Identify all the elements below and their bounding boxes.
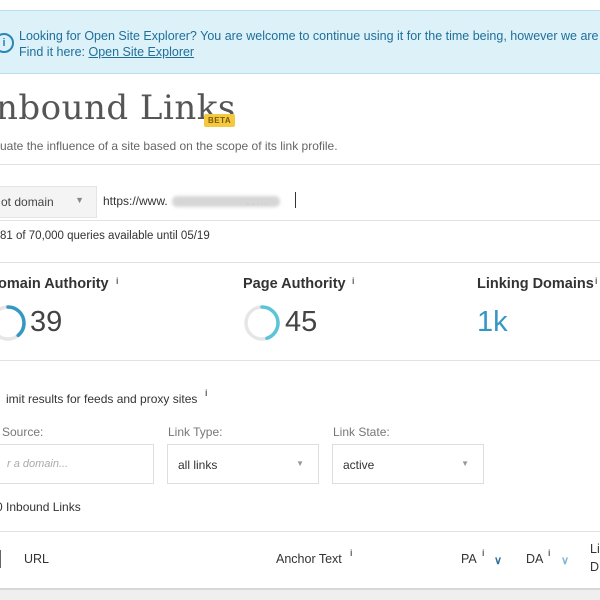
domain-authority-label: omain Authority [0,276,109,292]
column-linking-domains-line1[interactable]: Li [590,542,600,556]
link-type-select[interactable]: all links ▼ [167,444,319,484]
limit-results-label[interactable]: imit results for feeds and proxy sites [6,392,197,406]
link-state-select[interactable]: active ▼ [332,444,484,484]
banner-find-prefix: Find it here: [19,45,89,59]
column-linking-domains-line2[interactable]: D [590,560,599,574]
pa-sort-chevron-icon[interactable]: ∨ [494,554,502,567]
banner-text: Looking for Open Site Explorer? You are … [19,28,600,60]
source-label: Source: [2,425,44,439]
divider [0,220,600,221]
select-all-checkbox[interactable] [0,550,1,568]
column-da[interactable]: DA [526,552,543,566]
domain-authority-value: 39 [30,306,63,338]
scope-select-value: ot domain [1,195,54,209]
column-pa[interactable]: PA [461,552,477,566]
link-state-label: Link State: [333,425,390,439]
link-type-value: all links [178,458,218,472]
page-authority-label: Page Authority [243,276,346,292]
link-state-value: active [343,458,375,472]
chevron-down-icon: ▼ [75,195,84,205]
chevron-down-icon: ▼ [296,459,304,468]
anchor-text-info-icon[interactable]: i [350,548,353,558]
da-info-icon[interactable]: i [548,548,551,558]
info-circle-icon: i [0,33,14,53]
open-site-explorer-link[interactable]: Open Site Explorer [88,45,194,59]
divider [0,164,600,165]
column-url[interactable]: URL [24,552,49,566]
table-body-top [0,590,600,600]
column-anchor-text[interactable]: Anchor Text [276,552,342,566]
text-cursor [295,192,296,208]
table-header: URL Anchor Text i PA i ∨ DA i ∨ Li D [0,531,600,591]
domain-authority-info-icon[interactable]: i [116,276,119,286]
page-authority-info-icon[interactable]: i [352,276,355,286]
linking-domains-label: Linking Domains [477,276,594,292]
page-title-text: nbound Links [0,88,236,128]
link-type-label: Link Type: [168,425,223,439]
page-authority-value: 45 [285,306,318,338]
pa-info-icon[interactable]: i [482,548,485,558]
queries-available-text: 81 of 70,000 queries available until 05/… [0,230,210,242]
beta-badge: BETA [204,114,236,127]
limit-results-info-icon[interactable]: i [205,388,208,398]
chevron-down-icon: ▼ [461,459,469,468]
source-placeholder: r a domain... [7,458,69,470]
linking-domains-info-icon[interactable]: i [595,276,598,286]
divider [0,262,600,263]
scope-select[interactable]: ot domain ▼ [0,186,97,218]
da-sort-chevron-icon[interactable]: ∨ [561,554,569,567]
page-title: Inbound Links [0,88,236,128]
banner-message: Looking for Open Site Explorer? You are … [19,29,599,43]
linking-domains-value: 1k [477,306,508,338]
page-authority-ring [244,305,280,341]
divider [0,360,600,361]
inbound-links-count: 0 Inbound Links [0,500,81,514]
source-input[interactable]: r a domain... [0,444,154,484]
domain-authority-ring [0,305,26,341]
page-subtitle: uate the influence of a site based on th… [0,139,338,153]
notice-banner: i Looking for Open Site Explorer? You ar… [0,10,600,74]
redacted-domain [172,196,280,207]
